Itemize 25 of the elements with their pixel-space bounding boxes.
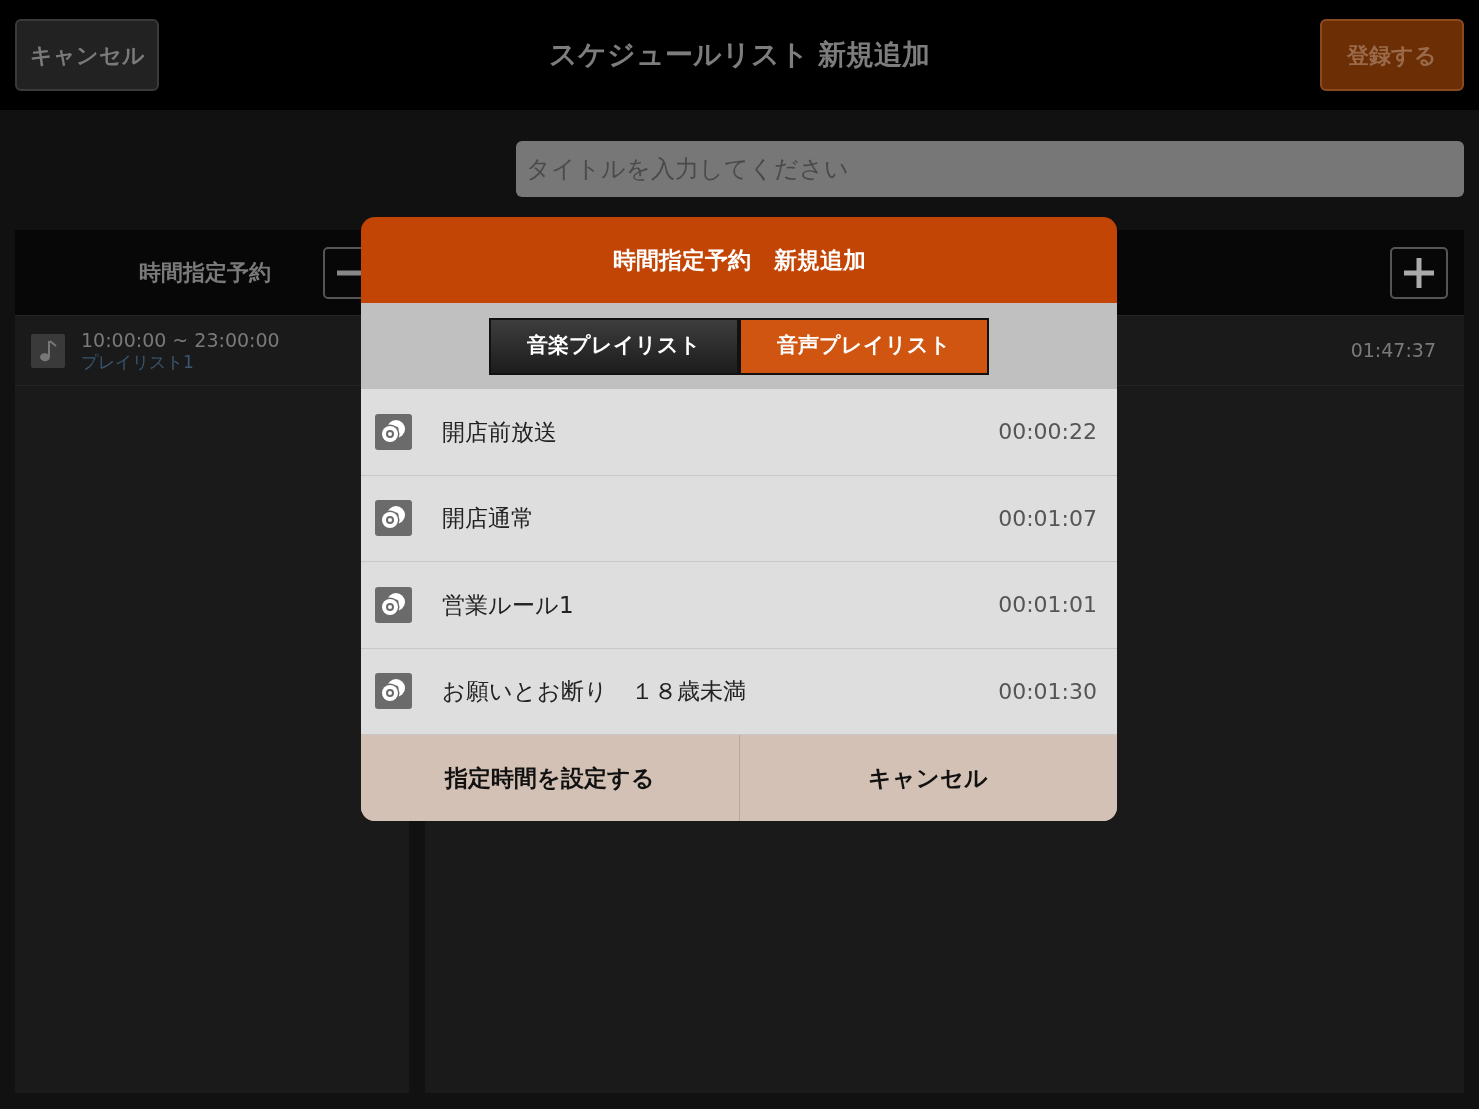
- item-name: 開店前放送: [442, 417, 557, 447]
- playlist-item[interactable]: 開店前放送 00:00:22: [361, 389, 1117, 476]
- item-name: お願いとお断り １８歳未満: [442, 677, 746, 706]
- playlist-item[interactable]: お願いとお断り １８歳未満 00:01:30: [361, 648, 1117, 735]
- item-name: 開店通常: [442, 504, 534, 533]
- playlist-item[interactable]: 営業ルール1 00:01:01: [361, 562, 1117, 649]
- item-duration: 00:01:01: [998, 591, 1097, 620]
- time-range: 10:00:00 ~ 23:00:00: [81, 330, 280, 350]
- cancel-button[interactable]: キャンセル: [15, 19, 159, 91]
- dialog-title: 時間指定予約 新規追加: [612, 245, 866, 275]
- playlist-tab[interactable]: 音声プレイリスト: [739, 317, 989, 375]
- playlist-item[interactable]: 開店通常 00:01:07: [361, 475, 1117, 562]
- item-duration: 00:00:22: [998, 418, 1097, 447]
- item-duration: 00:01:30: [998, 677, 1097, 706]
- music-note-icon: [31, 333, 65, 368]
- add-button[interactable]: [1390, 246, 1448, 299]
- panel-title: 時間指定予約: [139, 259, 271, 287]
- item-name: 営業ルール1: [442, 590, 574, 620]
- duration: 01:47:37: [1350, 341, 1436, 360]
- screen-title: スケジュールリスト 新規追加: [548, 37, 931, 73]
- playlist-tab[interactable]: 音楽プレイリスト: [489, 317, 739, 375]
- item-duration: 00:01:07: [998, 504, 1097, 533]
- plus-icon: [1404, 257, 1434, 288]
- cancel-button[interactable]: キャンセル: [738, 735, 1117, 821]
- playlist-name: プレイリスト1: [81, 353, 195, 371]
